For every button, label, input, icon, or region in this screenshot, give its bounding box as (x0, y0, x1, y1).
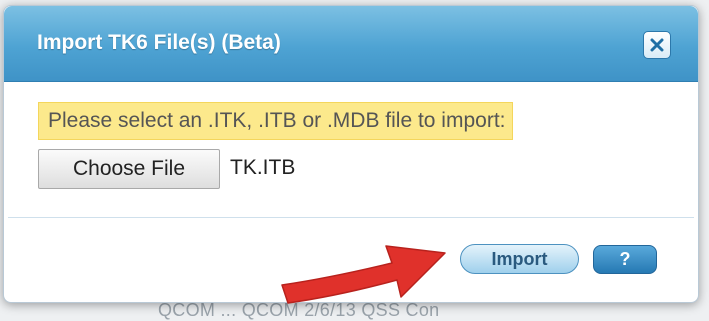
dialog-title: Import TK6 File(s) (Beta) (37, 31, 281, 54)
dialog-title-bar[interactable]: Import TK6 File(s) (Beta) (4, 6, 698, 82)
close-button[interactable] (643, 31, 671, 59)
import-dialog: Import TK6 File(s) (Beta) Please select … (3, 5, 699, 303)
import-instructions: Please select an .ITK, .ITB or .MDB file… (38, 102, 513, 140)
close-icon (650, 38, 664, 52)
dialog-divider (8, 217, 694, 218)
selected-file-name: TK.ITB (230, 156, 296, 179)
help-button[interactable]: ? (593, 245, 657, 274)
choose-file-button[interactable]: Choose File (38, 149, 220, 189)
import-button[interactable]: Import (460, 244, 579, 274)
background-partial-text: QCOM ... QCOM 2/6/13 QSS Con (158, 300, 440, 320)
